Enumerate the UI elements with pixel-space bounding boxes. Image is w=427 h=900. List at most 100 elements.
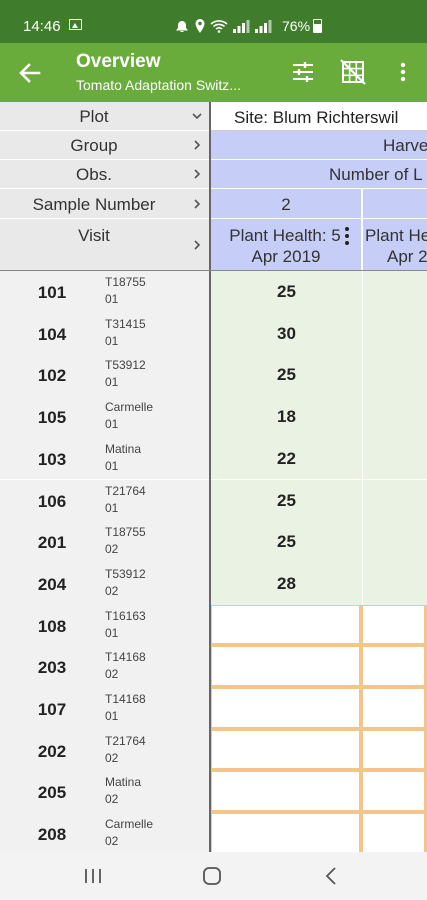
location-icon <box>195 19 205 33</box>
row-header-panel: Plot Group Obs. Sample Number Visit <box>0 102 210 271</box>
home-icon[interactable] <box>200 864 224 888</box>
row-genotype: Matina <box>105 775 142 790</box>
site-label: Site: Blum Richterswil <box>234 108 399 127</box>
data-cell[interactable]: 25 <box>211 271 362 313</box>
data-cell[interactable]: 22 <box>211 437 362 480</box>
column-menu-icon[interactable] <box>342 226 352 246</box>
data-cell[interactable] <box>362 396 427 438</box>
row-header[interactable]: 106 T21764 01 <box>0 479 209 522</box>
app-bar: Overview Tomato Adaptation Switz... <box>0 43 427 102</box>
column-header-plant-health-2[interactable]: Plant He Apr 2 <box>363 189 427 271</box>
header-divider <box>211 218 361 219</box>
row-replicate: 02 <box>105 542 119 557</box>
column-title-line1: Plant He <box>365 226 427 245</box>
plot-number: 107 <box>37 700 67 719</box>
data-cell[interactable]: 30 <box>211 312 362 355</box>
header-divider-line <box>0 270 427 271</box>
row-header[interactable]: 203 T14168 02 <box>0 646 209 688</box>
header-plot[interactable]: Plot <box>0 102 210 131</box>
filter-icon[interactable] <box>288 57 318 87</box>
row-replicate: 01 <box>105 500 119 515</box>
column-header-plant-health-1[interactable]: 2 Plant Health: 5 Apr 2019 <box>211 189 362 271</box>
data-cell[interactable] <box>211 813 362 852</box>
data-cell[interactable] <box>362 562 427 605</box>
plot-number: 202 <box>37 741 67 761</box>
header-visit[interactable]: Visit <box>0 219 210 271</box>
data-cell[interactable] <box>362 354 427 397</box>
row-genotype: Carmelle <box>105 400 154 415</box>
row-genotype: Carmelle <box>105 817 154 832</box>
table-row: 103 Matina 01 22 <box>0 437 427 480</box>
header-obs-label: Obs. <box>76 165 112 184</box>
row-header[interactable]: 107 T14168 01 <box>0 688 209 730</box>
row-header[interactable]: 102 T53912 01 <box>0 354 209 397</box>
data-cell[interactable] <box>211 771 362 814</box>
wifi-icon <box>210 20 228 33</box>
data-cell[interactable]: 25 <box>211 521 362 563</box>
obs-header: Number of L <box>211 160 427 189</box>
chevron-right-icon <box>194 240 201 250</box>
data-cell[interactable] <box>362 312 427 355</box>
chevron-right-icon <box>194 199 201 209</box>
column-header-panel: Site: Blum Richterswil Harve Number of L… <box>211 102 427 271</box>
chevron-right-icon <box>194 140 201 150</box>
data-cell[interactable] <box>362 813 427 852</box>
header-group-label: Group <box>70 136 118 155</box>
row-header[interactable]: 101 T18755 01 <box>0 271 209 313</box>
data-cell[interactable] <box>211 729 362 772</box>
row-replicate: 02 <box>105 750 119 765</box>
row-replicate: 01 <box>105 417 119 432</box>
plot-number: 103 <box>37 449 67 469</box>
row-header[interactable]: 204 T53912 02 <box>0 562 209 605</box>
data-cell[interactable]: 25 <box>211 354 362 397</box>
plot-number: 108 <box>37 616 67 636</box>
data-cell[interactable] <box>362 271 427 313</box>
row-header[interactable]: 103 Matina 01 <box>0 437 209 480</box>
row-header[interactable]: 208 Carmelle 02 <box>0 813 209 852</box>
table-row: 106 T21764 01 25 <box>0 479 427 522</box>
more-vert-icon[interactable] <box>388 57 418 87</box>
header-sample-number[interactable]: Sample Number <box>0 189 210 219</box>
row-genotype: T53912 <box>105 358 146 373</box>
row-header[interactable]: 202 T21764 02 <box>0 729 209 772</box>
data-cell[interactable] <box>362 729 427 772</box>
cell-value: 25 <box>277 365 296 385</box>
data-cell[interactable] <box>362 688 427 730</box>
data-cell[interactable] <box>362 437 427 480</box>
row-header[interactable]: 104 T31415 01 <box>0 312 209 355</box>
table-row: 204 T53912 02 28 <box>0 562 427 605</box>
data-cell[interactable] <box>362 771 427 814</box>
row-genotype: T14168 <box>105 650 146 665</box>
back-arrow-icon[interactable] <box>14 57 46 89</box>
row-header[interactable]: 201 T18755 02 <box>0 521 209 563</box>
row-replicate: 01 <box>105 333 119 348</box>
data-cell[interactable] <box>362 479 427 522</box>
cell-value: 18 <box>277 407 296 427</box>
row-header[interactable]: 205 Matina 02 <box>0 771 209 814</box>
row-header[interactable]: 108 T16163 01 <box>0 604 209 647</box>
recents-icon[interactable] <box>81 864 105 888</box>
data-cell[interactable]: 18 <box>211 396 362 438</box>
data-cell[interactable] <box>362 604 427 647</box>
header-group[interactable]: Group <box>0 131 210 160</box>
data-cell[interactable]: 25 <box>211 479 362 522</box>
row-genotype: T16163 <box>105 608 146 623</box>
row-header[interactable]: 105 Carmelle 01 <box>0 396 209 438</box>
table-row: 102 T53912 01 25 <box>0 354 427 397</box>
data-cell[interactable] <box>211 604 362 647</box>
table-row: 101 T18755 01 25 <box>0 271 427 313</box>
row-replicate: 01 <box>105 625 119 640</box>
plot-number: 102 <box>37 366 67 386</box>
data-cell[interactable] <box>362 521 427 563</box>
cell-value: 25 <box>277 532 296 552</box>
grid-off-icon[interactable] <box>338 57 368 87</box>
row-genotype: T18755 <box>105 275 146 289</box>
table-row: 202 T21764 02 <box>0 729 427 772</box>
back-icon[interactable] <box>320 864 344 888</box>
data-cell[interactable] <box>211 646 362 688</box>
header-obs[interactable]: Obs. <box>0 160 210 189</box>
data-cell[interactable]: 28 <box>211 562 362 605</box>
status-icons <box>174 16 272 36</box>
data-cell[interactable] <box>211 688 362 730</box>
data-cell[interactable] <box>362 646 427 688</box>
